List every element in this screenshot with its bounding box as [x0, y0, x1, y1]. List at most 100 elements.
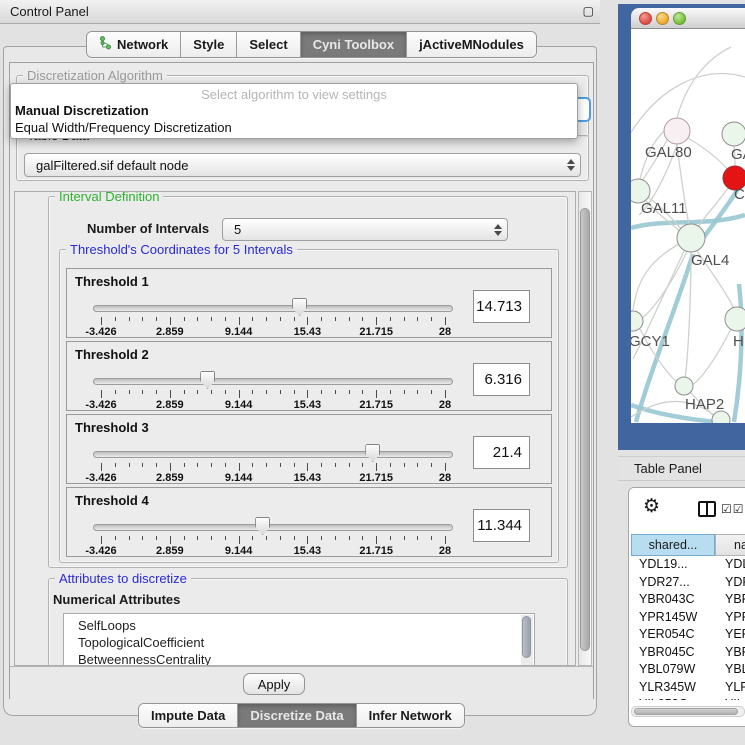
close-button[interactable] [639, 12, 652, 25]
table-hscrollbar-thumb[interactable] [634, 708, 738, 715]
dropdown-option[interactable]: Equal Width/Frequency Discretization [15, 120, 232, 135]
slider-tick [445, 317, 446, 325]
slider-handle[interactable] [292, 298, 307, 316]
threshold-value-field[interactable]: 6.316 [473, 363, 530, 396]
table-cell[interactable]: YER054C [631, 626, 715, 644]
threshold-panel: Threshold 3-3.4262.8599.14415.4321.71528… [66, 414, 552, 484]
scale-label: 28 [439, 545, 451, 557]
list-scrollbar-thumb[interactable] [522, 616, 531, 658]
settings-scrollbar[interactable] [578, 191, 592, 666]
slider-tick [197, 463, 198, 467]
network-node-HAP2[interactable] [675, 377, 693, 395]
checkbox-icon[interactable]: ☑ [733, 502, 745, 516]
table-cell[interactable]: YDR2 [715, 574, 745, 592]
scale-label: 21.715 [359, 472, 393, 484]
network-node-node-right-top[interactable] [722, 122, 745, 146]
list-item[interactable]: BetweennessCentrality [64, 651, 534, 666]
table-row[interactable]: YDR27...YDR2 [629, 574, 745, 592]
column-header[interactable]: shared... [631, 534, 715, 556]
network-node-GCY1[interactable] [631, 311, 643, 331]
tab-network[interactable]: Network [87, 32, 181, 57]
slider-track[interactable] [93, 305, 453, 312]
table-row[interactable]: YIL052CYIL0 [629, 696, 745, 700]
network-node-node-right-mid[interactable] [725, 307, 745, 331]
tab-jactivemnodules[interactable]: jActiveMNodules [407, 32, 536, 57]
table-cell[interactable]: YPR1 [715, 609, 745, 627]
gear-icon[interactable]: ⚙ [643, 497, 660, 517]
threshold-slider[interactable]: -3.4262.8599.14415.4321.71528 [93, 444, 453, 484]
table-cell[interactable]: YLR3 [715, 679, 745, 697]
slider-tick [404, 463, 405, 467]
table-row[interactable]: YBR045CYBR0 [629, 644, 745, 662]
slider-track[interactable] [93, 451, 453, 458]
table-row[interactable]: YPR145WYPR1 [629, 609, 745, 627]
slider-tick [239, 390, 240, 398]
table-cell[interactable]: YBL079W [631, 661, 715, 679]
column-header[interactable]: na [715, 534, 745, 556]
list-item[interactable]: TopologicalCoefficient [64, 634, 534, 651]
table-cell[interactable]: YDR27... [631, 574, 715, 592]
settings-scrollbar-thumb[interactable] [580, 208, 590, 651]
checkbox-icons[interactable]: ☑☑ [721, 502, 745, 516]
zoom-button[interactable] [673, 12, 686, 25]
slider-handle[interactable] [255, 517, 270, 535]
apply-button[interactable]: Apply [243, 673, 305, 695]
numerical-attributes-list[interactable]: SelfLoopsTopologicalCoefficientBetweenne… [63, 613, 535, 666]
table-cell[interactable]: YBR045C [631, 644, 715, 662]
slider-track[interactable] [93, 378, 453, 385]
threshold-value-field[interactable]: 11.344 [473, 509, 530, 542]
table-cell[interactable]: YBR0 [715, 591, 745, 609]
tab-style[interactable]: Style [181, 32, 237, 57]
minimize-button[interactable] [656, 12, 669, 25]
table-horizontal-scrollbar[interactable] [631, 706, 745, 717]
table-row[interactable]: YBR043CYBR0 [629, 591, 745, 609]
table-cell[interactable]: YDL1 [715, 556, 745, 574]
number-of-intervals-combobox[interactable]: 5 [222, 218, 508, 241]
tab-cyni-toolbox[interactable]: Cyni Toolbox [301, 32, 407, 57]
slider-tick [431, 536, 432, 540]
list-item[interactable]: SelfLoops [64, 614, 534, 634]
table-cell[interactable]: YBL0 [715, 661, 745, 679]
network-node-GAL4[interactable] [677, 224, 705, 252]
table-row[interactable]: YER054CYER0 [629, 626, 745, 644]
threshold-slider[interactable]: -3.4262.8599.14415.4321.71528 [93, 517, 453, 557]
app-screenshot: Control Panel ▢ ✖ NetworkStyleSelectCyni… [0, 0, 745, 745]
slider-handle[interactable] [365, 444, 380, 462]
node-label: GAL80 [645, 144, 692, 161]
table-row[interactable]: YLR345WYLR3 [629, 679, 745, 697]
tab-discretize-data[interactable]: Discretize Data [238, 704, 356, 727]
split-columns-icon[interactable] [698, 501, 716, 517]
threshold-value-field[interactable]: 14.713 [473, 290, 530, 323]
table-cell[interactable]: YDL19... [631, 556, 715, 574]
control-panel-tab-bar: NetworkStyle Select Cyni ToolboxjActiveMNo… [86, 31, 537, 58]
table-cell[interactable]: YPR145W [631, 609, 715, 627]
threshold-slider[interactable]: -3.4262.8599.14415.4321.71528 [93, 298, 453, 338]
table-cell[interactable]: YBR0 [715, 644, 745, 662]
table-cell[interactable]: YBR043C [631, 591, 715, 609]
table-row[interactable]: YDL19...YDL1 [629, 556, 745, 574]
network-canvas[interactable]: GAL80GACGAL11GAL4GCY1HHAP2 [631, 29, 745, 423]
tab-infer-network[interactable]: Infer Network [357, 704, 464, 727]
list-scrollbar[interactable] [521, 615, 533, 666]
threshold-value-field[interactable]: 21.4 [473, 436, 530, 469]
checkbox-icon[interactable]: ☑ [721, 502, 733, 516]
tab-impute-data[interactable]: Impute Data [139, 704, 238, 727]
table-data-combobox[interactable]: galFiltered.sif default node [24, 153, 581, 177]
scale-label: 9.144 [225, 545, 253, 557]
network-window-titlebar[interactable] [631, 8, 745, 29]
threshold-slider[interactable]: -3.4262.8599.14415.4321.71528 [93, 371, 453, 411]
slider-tick [129, 463, 130, 467]
table-cell[interactable]: YIL052C [631, 696, 715, 700]
network-node-GAL80[interactable] [664, 118, 690, 144]
table-cell[interactable]: YIL0 [715, 696, 745, 700]
table-cell[interactable]: YLR345W [631, 679, 715, 697]
dropdown-option[interactable]: Manual Discretization [15, 103, 149, 118]
tab-label: Select [249, 37, 287, 52]
slider-track[interactable] [93, 524, 453, 531]
tab-select[interactable]: Select [237, 32, 300, 57]
scale-label: 15.43 [294, 399, 322, 411]
float-window-icon[interactable]: ▢ [583, 4, 594, 18]
table-row[interactable]: YBL079WYBL0 [629, 661, 745, 679]
table-cell[interactable]: YER0 [715, 626, 745, 644]
slider-handle[interactable] [200, 371, 215, 389]
